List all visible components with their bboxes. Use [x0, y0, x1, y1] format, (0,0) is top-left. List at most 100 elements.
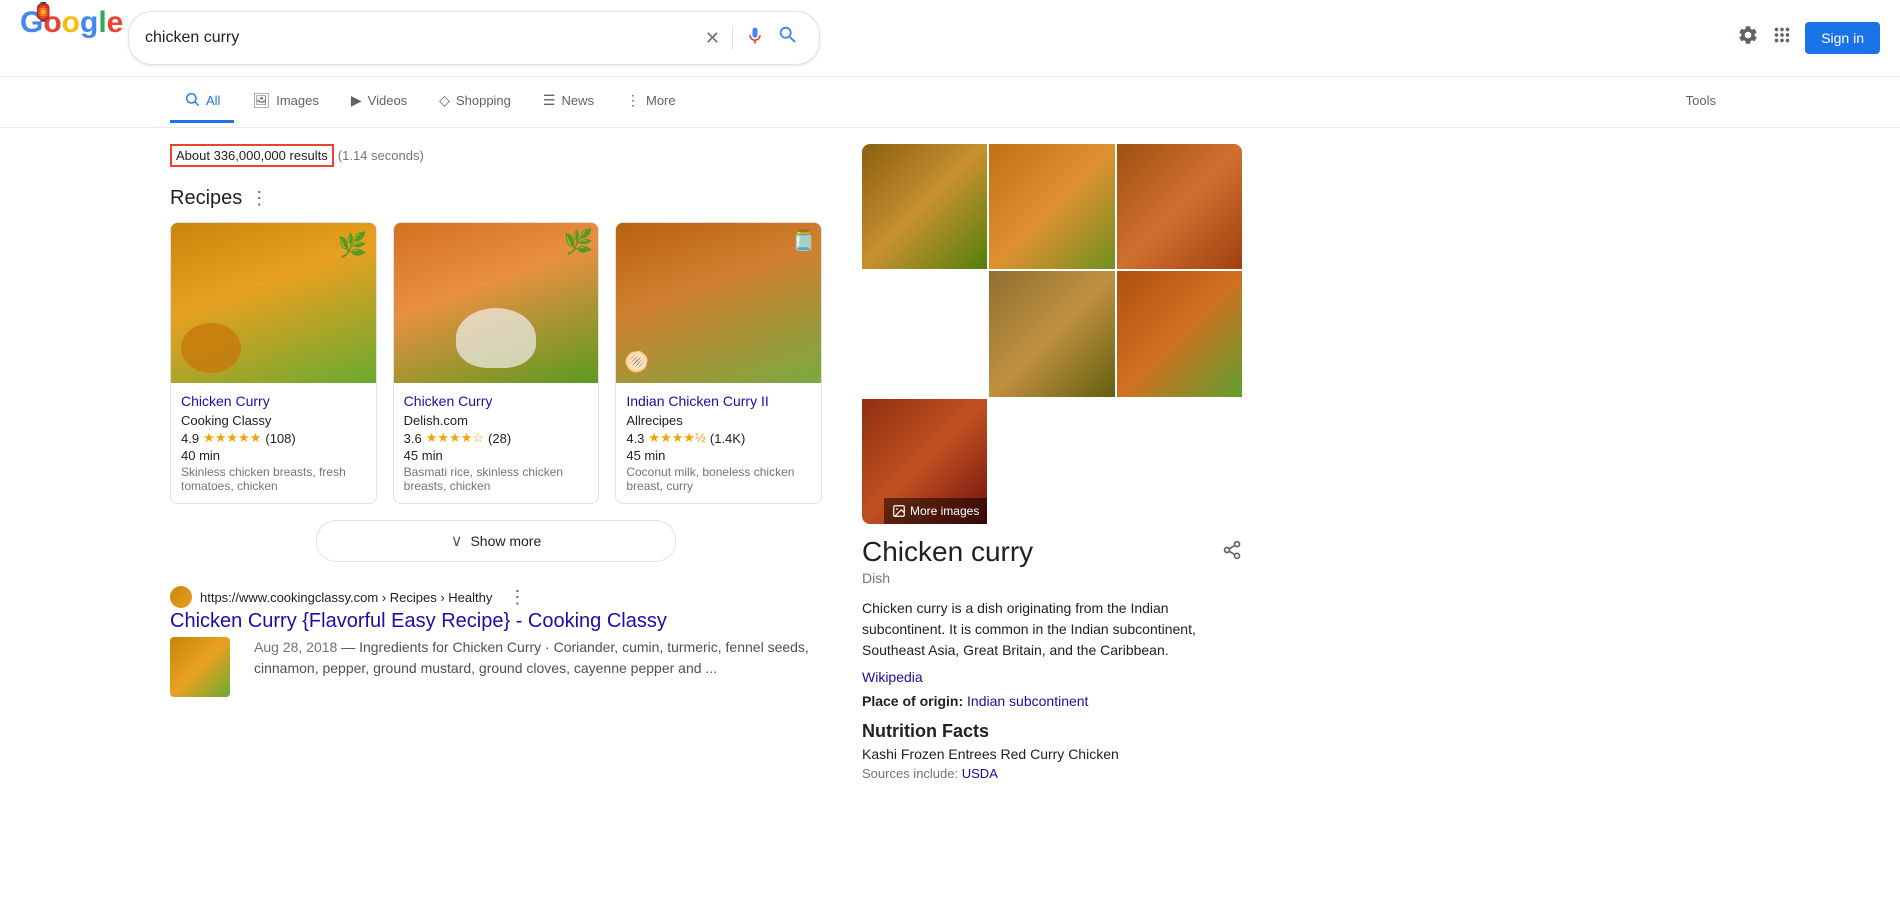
recipe-ingredients-2: Basmati rice, skinless chicken breasts, … [404, 465, 589, 493]
news-icon: ☰ [543, 92, 556, 109]
right-column: More images Chicken curry Dish Chicken c… [862, 144, 1242, 781]
recipe-image-1: 🌿 [171, 223, 376, 383]
result-url: https://www.cookingclassy.com › Recipes … [200, 590, 492, 605]
recipes-header: Recipes ⋮ [170, 187, 822, 210]
recipe-rating-value-1: 4.9 [181, 431, 199, 446]
web-result-1: https://www.cookingclassy.com › Recipes … [170, 586, 822, 697]
results-count: About 336,000,000 results (1.14 seconds) [170, 144, 822, 167]
recipe-rating-value-2: 3.6 [404, 431, 422, 446]
count-box: About 336,000,000 results [170, 144, 334, 167]
search-bar-wrap: ✕ [128, 11, 820, 65]
signin-button[interactable]: Sign in [1805, 22, 1880, 54]
panel-title-row: Chicken curry Dish [862, 536, 1242, 598]
header-right: Sign in [1737, 22, 1880, 54]
result-snippet: — Ingredients for Chicken Curry · Corian… [254, 639, 809, 676]
recipe-card-3[interactable]: 🫓 🫙 Indian Chicken Curry II Allrecipes 4… [615, 222, 822, 504]
recipe-image-3: 🫓 🫙 [616, 223, 821, 383]
logo-g: g [80, 6, 98, 39]
recipe-cards: 🌿 Chicken Curry Cooking Classy 4.9 ★★★★★… [170, 222, 822, 504]
recipe-title-3[interactable]: Indian Chicken Curry II [626, 393, 811, 409]
tab-shopping[interactable]: ◇ Shopping [425, 82, 525, 122]
results-time: (1.14 seconds) [338, 148, 424, 163]
search-button[interactable] [773, 20, 803, 56]
show-more-wrap: ∨ Show more [170, 520, 822, 562]
tab-more[interactable]: ⋮ More [612, 82, 690, 122]
recipe-card-2[interactable]: 🌿 Chicken Curry Delish.com 3.6 ★★★★☆ (28… [393, 222, 600, 504]
nav-tabs: All 🖼 Images ▶ Videos ◇ Shopping ☰ News … [0, 77, 1900, 128]
recipe-time-1: 40 min [181, 448, 366, 463]
recipe-source-1: Cooking Classy [181, 413, 366, 428]
image-overlay-icon [892, 504, 906, 518]
tab-all[interactable]: All [170, 81, 234, 123]
wikipedia-link[interactable]: Wikipedia [862, 669, 923, 685]
result-title-1[interactable]: Chicken Curry {Flavorful Easy Recipe} - … [170, 610, 822, 633]
main-content: About 336,000,000 results (1.14 seconds)… [0, 128, 1900, 797]
show-more-button[interactable]: ∨ Show more [316, 520, 676, 562]
shopping-icon: ◇ [439, 92, 450, 109]
left-column: About 336,000,000 results (1.14 seconds)… [170, 144, 822, 781]
microphone-button[interactable] [745, 26, 765, 51]
place-of-origin-value[interactable]: Indian subcontinent [967, 693, 1088, 709]
recipe-ingredients-3: Coconut milk, boneless chicken breast, c… [626, 465, 811, 493]
tab-images[interactable]: 🖼 Images [238, 82, 332, 122]
recipe-stars-2: ★★★★☆ [426, 430, 484, 446]
nutrition-source: Kashi Frozen Entrees Red Curry Chicken [862, 746, 1242, 762]
images-icon: 🖼 [252, 92, 270, 109]
recipe-time-2: 45 min [404, 448, 589, 463]
recipes-title: Recipes [170, 187, 242, 210]
recipe-info-1: Chicken Curry Cooking Classy 4.9 ★★★★★ (… [171, 383, 376, 503]
recipe-card-1[interactable]: 🌿 Chicken Curry Cooking Classy 4.9 ★★★★★… [170, 222, 377, 504]
recipe-info-2: Chicken Curry Delish.com 3.6 ★★★★☆ (28) … [394, 383, 599, 503]
divider [732, 26, 733, 50]
result-thumbnail [170, 637, 230, 697]
recipe-reviews-1: (108) [265, 431, 295, 446]
recipe-title-1[interactable]: Chicken Curry [181, 393, 366, 409]
recipe-stars-3: ★★★★½ [648, 430, 705, 446]
more-images-button[interactable]: More images [884, 498, 987, 524]
panel-title: Chicken curry [862, 536, 1033, 568]
result-snippet-wrap: Aug 28, 2018 — Ingredients for Chicken C… [254, 637, 822, 679]
nutrition-note: Sources include: USDA [862, 766, 1242, 781]
clear-button[interactable]: ✕ [705, 28, 720, 49]
search-bar: ✕ [128, 11, 820, 65]
image-grid: More images [862, 144, 1242, 524]
panel-subtitle: Dish [862, 570, 1033, 586]
doodle-decoration: 🏮 [32, 2, 54, 23]
gear-icon [1737, 24, 1759, 46]
panel-image-2 [989, 144, 1114, 269]
tab-news[interactable]: ☰ News [529, 82, 608, 122]
panel-image-4 [989, 271, 1114, 396]
panel-image-6: More images [862, 399, 987, 524]
apps-button[interactable] [1771, 24, 1793, 52]
panel-share-button[interactable] [1222, 540, 1242, 565]
mic-icon [745, 26, 765, 46]
panel-description: Chicken curry is a dish originating from… [862, 598, 1242, 661]
result-url-row: https://www.cookingclassy.com › Recipes … [170, 586, 822, 608]
panel-title-group: Chicken curry Dish [862, 536, 1033, 598]
share-icon [1222, 540, 1242, 560]
recipe-stars-1: ★★★★★ [203, 430, 261, 446]
header: 🏮 Google ✕ [0, 0, 1900, 77]
recipe-rating-1: 4.9 ★★★★★ (108) [181, 430, 366, 446]
search-icon [777, 24, 799, 46]
recipe-title-2[interactable]: Chicken Curry [404, 393, 589, 409]
panel-image-3 [1117, 144, 1242, 269]
settings-button[interactable] [1737, 24, 1759, 52]
logo-e: e [107, 6, 124, 39]
recipe-rating-2: 3.6 ★★★★☆ (28) [404, 430, 589, 446]
tab-tools[interactable]: Tools [1672, 83, 1730, 121]
recipes-more-options-button[interactable]: ⋮ [250, 188, 268, 209]
result-more-options-button[interactable]: ⋮ [508, 587, 526, 608]
videos-icon: ▶ [351, 92, 362, 109]
chevron-down-icon: ∨ [451, 531, 463, 551]
logo-l: l [98, 6, 106, 39]
recipe-info-3: Indian Chicken Curry II Allrecipes 4.3 ★… [616, 383, 821, 503]
google-logo: 🏮 Google [20, 8, 112, 68]
search-input[interactable] [145, 29, 697, 47]
recipe-image-2: 🌿 [394, 223, 599, 383]
usda-link[interactable]: USDA [962, 766, 998, 781]
place-of-origin: Place of origin: Indian subcontinent [862, 693, 1242, 709]
result-content: Aug 28, 2018 — Ingredients for Chicken C… [170, 637, 822, 697]
recipes-section: Recipes ⋮ 🌿 Chicken Curry Cooking Classy [170, 187, 822, 562]
tab-videos[interactable]: ▶ Videos [337, 82, 421, 122]
